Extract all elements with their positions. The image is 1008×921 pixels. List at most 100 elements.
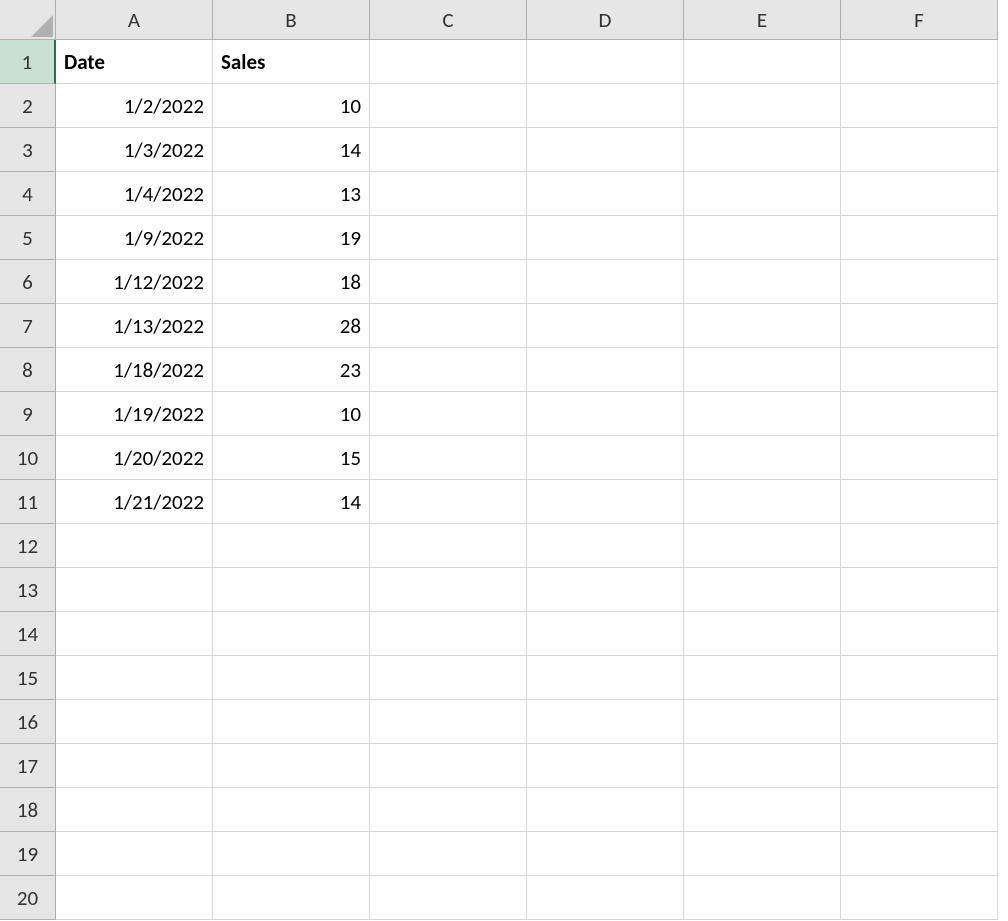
- cell-D5[interactable]: [527, 216, 684, 260]
- cell-B18[interactable]: [213, 788, 370, 832]
- cell-E16[interactable]: [684, 700, 841, 744]
- cell-E19[interactable]: [684, 832, 841, 876]
- cell-F2[interactable]: [841, 84, 998, 128]
- row-header-16[interactable]: 16: [0, 700, 56, 744]
- cell-A17[interactable]: [56, 744, 213, 788]
- cell-B1[interactable]: Sales: [213, 40, 370, 84]
- cell-F6[interactable]: [841, 260, 998, 304]
- cell-A10[interactable]: 1/20/2022: [56, 436, 213, 480]
- cell-E15[interactable]: [684, 656, 841, 700]
- cell-E9[interactable]: [684, 392, 841, 436]
- cell-A3[interactable]: 1/3/2022: [56, 128, 213, 172]
- cell-A9[interactable]: 1/19/2022: [56, 392, 213, 436]
- cell-F3[interactable]: [841, 128, 998, 172]
- column-header-D[interactable]: D: [527, 0, 684, 40]
- cell-F20[interactable]: [841, 876, 998, 920]
- cell-D6[interactable]: [527, 260, 684, 304]
- cell-C17[interactable]: [370, 744, 527, 788]
- cell-D16[interactable]: [527, 700, 684, 744]
- cell-C19[interactable]: [370, 832, 527, 876]
- cell-D11[interactable]: [527, 480, 684, 524]
- cell-D13[interactable]: [527, 568, 684, 612]
- cell-D10[interactable]: [527, 436, 684, 480]
- cell-B16[interactable]: [213, 700, 370, 744]
- cell-C16[interactable]: [370, 700, 527, 744]
- cell-B6[interactable]: 18: [213, 260, 370, 304]
- cell-F5[interactable]: [841, 216, 998, 260]
- row-header-8[interactable]: 8: [0, 348, 56, 392]
- cell-C15[interactable]: [370, 656, 527, 700]
- column-header-C[interactable]: C: [370, 0, 527, 40]
- row-header-1[interactable]: 1: [0, 40, 56, 84]
- cell-B7[interactable]: 28: [213, 304, 370, 348]
- cell-C6[interactable]: [370, 260, 527, 304]
- cell-C12[interactable]: [370, 524, 527, 568]
- cell-C10[interactable]: [370, 436, 527, 480]
- cell-B15[interactable]: [213, 656, 370, 700]
- cell-C8[interactable]: [370, 348, 527, 392]
- cell-A19[interactable]: [56, 832, 213, 876]
- cell-D15[interactable]: [527, 656, 684, 700]
- cell-F11[interactable]: [841, 480, 998, 524]
- cell-F10[interactable]: [841, 436, 998, 480]
- cell-D2[interactable]: [527, 84, 684, 128]
- row-header-15[interactable]: 15: [0, 656, 56, 700]
- cell-F12[interactable]: [841, 524, 998, 568]
- row-header-11[interactable]: 11: [0, 480, 56, 524]
- cell-B20[interactable]: [213, 876, 370, 920]
- cell-C2[interactable]: [370, 84, 527, 128]
- cell-B5[interactable]: 19: [213, 216, 370, 260]
- cell-A4[interactable]: 1/4/2022: [56, 172, 213, 216]
- cell-A5[interactable]: 1/9/2022: [56, 216, 213, 260]
- cell-F18[interactable]: [841, 788, 998, 832]
- cell-F19[interactable]: [841, 832, 998, 876]
- cell-E20[interactable]: [684, 876, 841, 920]
- cell-E18[interactable]: [684, 788, 841, 832]
- row-header-14[interactable]: 14: [0, 612, 56, 656]
- cell-C13[interactable]: [370, 568, 527, 612]
- cell-A1[interactable]: Date: [56, 40, 213, 84]
- row-header-13[interactable]: 13: [0, 568, 56, 612]
- cell-A13[interactable]: [56, 568, 213, 612]
- column-header-E[interactable]: E: [684, 0, 841, 40]
- cell-E13[interactable]: [684, 568, 841, 612]
- cell-D4[interactable]: [527, 172, 684, 216]
- cell-B17[interactable]: [213, 744, 370, 788]
- row-header-3[interactable]: 3: [0, 128, 56, 172]
- cell-E11[interactable]: [684, 480, 841, 524]
- cell-E1[interactable]: [684, 40, 841, 84]
- column-header-B[interactable]: B: [213, 0, 370, 40]
- cell-E8[interactable]: [684, 348, 841, 392]
- select-all-corner[interactable]: [0, 0, 56, 40]
- cell-E10[interactable]: [684, 436, 841, 480]
- cell-F16[interactable]: [841, 700, 998, 744]
- cell-C9[interactable]: [370, 392, 527, 436]
- cell-A12[interactable]: [56, 524, 213, 568]
- cell-A18[interactable]: [56, 788, 213, 832]
- cell-B3[interactable]: 14: [213, 128, 370, 172]
- cell-B2[interactable]: 10: [213, 84, 370, 128]
- cell-C1[interactable]: [370, 40, 527, 84]
- cell-A2[interactable]: 1/2/2022: [56, 84, 213, 128]
- cell-E3[interactable]: [684, 128, 841, 172]
- row-header-4[interactable]: 4: [0, 172, 56, 216]
- cell-C5[interactable]: [370, 216, 527, 260]
- cell-F14[interactable]: [841, 612, 998, 656]
- row-header-5[interactable]: 5: [0, 216, 56, 260]
- cell-E2[interactable]: [684, 84, 841, 128]
- cell-E5[interactable]: [684, 216, 841, 260]
- cell-C3[interactable]: [370, 128, 527, 172]
- cell-E14[interactable]: [684, 612, 841, 656]
- cell-C20[interactable]: [370, 876, 527, 920]
- cell-F1[interactable]: [841, 40, 998, 84]
- cell-D18[interactable]: [527, 788, 684, 832]
- row-header-9[interactable]: 9: [0, 392, 56, 436]
- row-header-17[interactable]: 17: [0, 744, 56, 788]
- cell-F15[interactable]: [841, 656, 998, 700]
- cell-F7[interactable]: [841, 304, 998, 348]
- cell-D1[interactable]: [527, 40, 684, 84]
- cell-A15[interactable]: [56, 656, 213, 700]
- cell-D9[interactable]: [527, 392, 684, 436]
- cell-B13[interactable]: [213, 568, 370, 612]
- cell-D17[interactable]: [527, 744, 684, 788]
